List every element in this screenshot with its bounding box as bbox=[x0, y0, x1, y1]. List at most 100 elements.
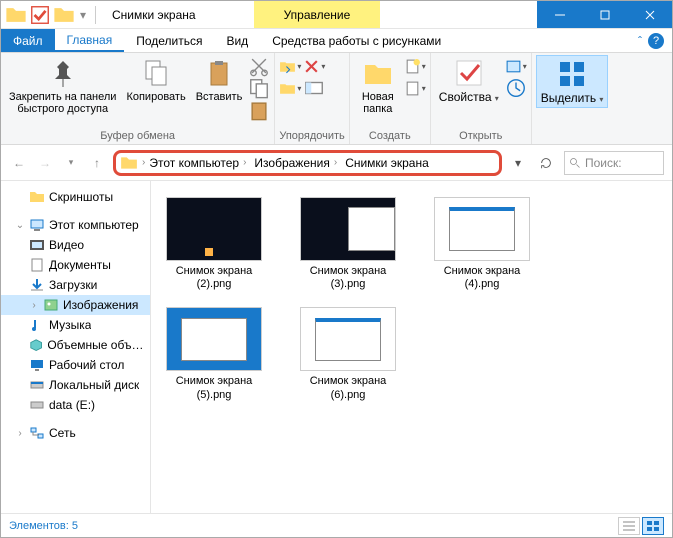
cube-icon bbox=[29, 337, 43, 353]
copy-icon bbox=[140, 57, 172, 89]
ribbon: Закрепить на панели быстрого доступа Коп… bbox=[1, 53, 672, 145]
collapse-ribbon-icon[interactable]: ˆ bbox=[638, 34, 642, 48]
thumbnail bbox=[434, 197, 530, 261]
pin-button[interactable]: Закрепить на панели быстрого доступа bbox=[5, 55, 120, 117]
properties-button[interactable]: Свойства ▾ bbox=[435, 55, 503, 106]
pc-icon bbox=[29, 217, 45, 233]
paste-button[interactable]: Вставить bbox=[192, 55, 247, 105]
cut-icon[interactable] bbox=[248, 55, 270, 77]
file-item[interactable]: Снимок экрана (4).png bbox=[427, 197, 537, 291]
window-title: Снимки экрана bbox=[104, 1, 204, 28]
drive-icon bbox=[29, 397, 45, 413]
breadcrumb-images[interactable]: Изображения› bbox=[250, 156, 341, 170]
tree-item-data-e[interactable]: data (E:) bbox=[1, 395, 150, 415]
select-all-icon bbox=[556, 58, 588, 90]
thumbnail bbox=[166, 307, 262, 371]
document-icon bbox=[29, 257, 45, 273]
pin-icon bbox=[47, 57, 79, 89]
status-bar: Элементов: 5 bbox=[1, 513, 672, 537]
new-folder-button[interactable]: Новая папка bbox=[354, 55, 402, 117]
tab-picture-tools[interactable]: Средства работы с рисунками bbox=[260, 29, 453, 52]
tree-item-3d-objects[interactable]: Объемные объекты bbox=[1, 335, 150, 355]
copy-button[interactable]: Копировать bbox=[122, 55, 189, 105]
expand-icon[interactable]: › bbox=[29, 300, 39, 311]
ribbon-group-clipboard: Закрепить на панели быстрого доступа Коп… bbox=[1, 53, 275, 144]
tree-item-downloads[interactable]: Загрузки bbox=[1, 275, 150, 295]
move-to-icon[interactable]: ▾ bbox=[279, 55, 301, 77]
thumbnail bbox=[300, 197, 396, 261]
close-button[interactable] bbox=[627, 1, 672, 28]
open-icon[interactable]: ▾ bbox=[505, 55, 527, 77]
thumbnails-view-button[interactable] bbox=[642, 517, 664, 535]
tree-item-network[interactable]: ›Сеть bbox=[1, 423, 150, 443]
breadcrumb-leaf[interactable]: Снимки экрана bbox=[341, 156, 433, 170]
help-icon[interactable]: ? bbox=[648, 33, 664, 49]
navigation-bar: ← → ▾ ↑ › Этот компьютер› Изображения› С… bbox=[1, 145, 672, 181]
tab-view[interactable]: Вид bbox=[214, 29, 260, 52]
folder-icon[interactable] bbox=[5, 4, 27, 26]
file-item[interactable]: Снимок экрана (2).png bbox=[159, 197, 269, 291]
image-icon bbox=[43, 297, 59, 313]
qat-item[interactable] bbox=[29, 4, 51, 26]
ribbon-group-organize: ▾ ▾ ▾ Упорядочить bbox=[275, 53, 349, 144]
folder-icon bbox=[120, 154, 138, 172]
qat-dropdown-icon[interactable]: ▾ bbox=[77, 4, 89, 26]
tree-item-video[interactable]: Видео bbox=[1, 235, 150, 255]
download-icon bbox=[29, 277, 45, 293]
tab-home[interactable]: Главная bbox=[55, 29, 125, 52]
minimize-button[interactable] bbox=[537, 1, 582, 28]
tab-share[interactable]: Поделиться bbox=[124, 29, 214, 52]
folder-icon bbox=[362, 57, 394, 89]
file-item[interactable]: Снимок экрана (6).png bbox=[293, 307, 403, 401]
tree-item-local-disk[interactable]: Локальный диск bbox=[1, 375, 150, 395]
recent-locations-icon[interactable]: ▾ bbox=[61, 153, 81, 173]
paste-shortcut-icon[interactable] bbox=[248, 99, 270, 121]
rename-icon[interactable] bbox=[303, 77, 325, 99]
folder-icon bbox=[29, 189, 45, 205]
copy-to-icon[interactable]: ▾ bbox=[279, 77, 301, 99]
delete-icon[interactable]: ▾ bbox=[303, 55, 325, 77]
tree-item-this-pc[interactable]: ⌄Этот компьютер bbox=[1, 215, 150, 235]
address-bar[interactable]: › Этот компьютер› Изображения› Снимки эк… bbox=[113, 150, 502, 176]
back-button[interactable]: ← bbox=[9, 153, 29, 173]
drive-icon bbox=[29, 377, 45, 393]
maximize-button[interactable] bbox=[582, 1, 627, 28]
address-dropdown-icon[interactable]: ▾ bbox=[508, 156, 528, 170]
collapse-icon[interactable]: ⌄ bbox=[15, 220, 25, 231]
refresh-button[interactable] bbox=[534, 151, 558, 175]
tree-item-screenshots[interactable]: Скриншоты bbox=[1, 187, 150, 207]
up-button[interactable]: ↑ bbox=[87, 153, 107, 173]
expand-icon[interactable]: › bbox=[15, 428, 25, 439]
copy-path-icon[interactable] bbox=[248, 77, 270, 99]
window-controls bbox=[537, 1, 672, 28]
tree-item-desktop[interactable]: Рабочий стол bbox=[1, 355, 150, 375]
title-bar: ▾ Снимки экрана Управление bbox=[1, 1, 672, 29]
ribbon-group-open: Свойства ▾ ▾ Открыть bbox=[431, 53, 532, 144]
select-button[interactable]: Выделить ▾ bbox=[536, 55, 609, 108]
file-item[interactable]: Снимок экрана (3).png bbox=[293, 197, 403, 291]
search-input[interactable]: Поиск: bbox=[564, 151, 664, 175]
breadcrumb-root[interactable]: Этот компьютер› bbox=[145, 156, 250, 170]
new-item-icon[interactable]: ▾ bbox=[404, 55, 426, 77]
checkmark-icon bbox=[453, 57, 485, 89]
easy-access-icon[interactable]: ▾ bbox=[404, 77, 426, 99]
tree-item-images[interactable]: ›Изображения bbox=[1, 295, 150, 315]
tab-file[interactable]: Файл bbox=[1, 29, 55, 52]
quick-access-toolbar: ▾ bbox=[1, 1, 104, 28]
tree-item-music[interactable]: Музыка bbox=[1, 315, 150, 335]
network-icon bbox=[29, 425, 45, 441]
folder-icon[interactable] bbox=[53, 4, 75, 26]
ribbon-group-new: Новая папка ▾ ▾ Создать bbox=[350, 53, 431, 144]
history-icon[interactable] bbox=[505, 77, 527, 99]
tree-item-documents[interactable]: Документы bbox=[1, 255, 150, 275]
forward-button[interactable]: → bbox=[35, 153, 55, 173]
contextual-tab-header: Управление bbox=[254, 1, 381, 28]
thumbnail bbox=[166, 197, 262, 261]
search-icon bbox=[569, 157, 581, 169]
desktop-icon bbox=[29, 357, 45, 373]
details-view-button[interactable] bbox=[618, 517, 640, 535]
file-item[interactable]: Снимок экрана (5).png bbox=[159, 307, 269, 401]
body: Скриншоты ⌄Этот компьютер Видео Документ… bbox=[1, 181, 672, 513]
navigation-pane: Скриншоты ⌄Этот компьютер Видео Документ… bbox=[1, 181, 151, 513]
ribbon-tabs: Файл Главная Поделиться Вид Средства раб… bbox=[1, 29, 672, 53]
